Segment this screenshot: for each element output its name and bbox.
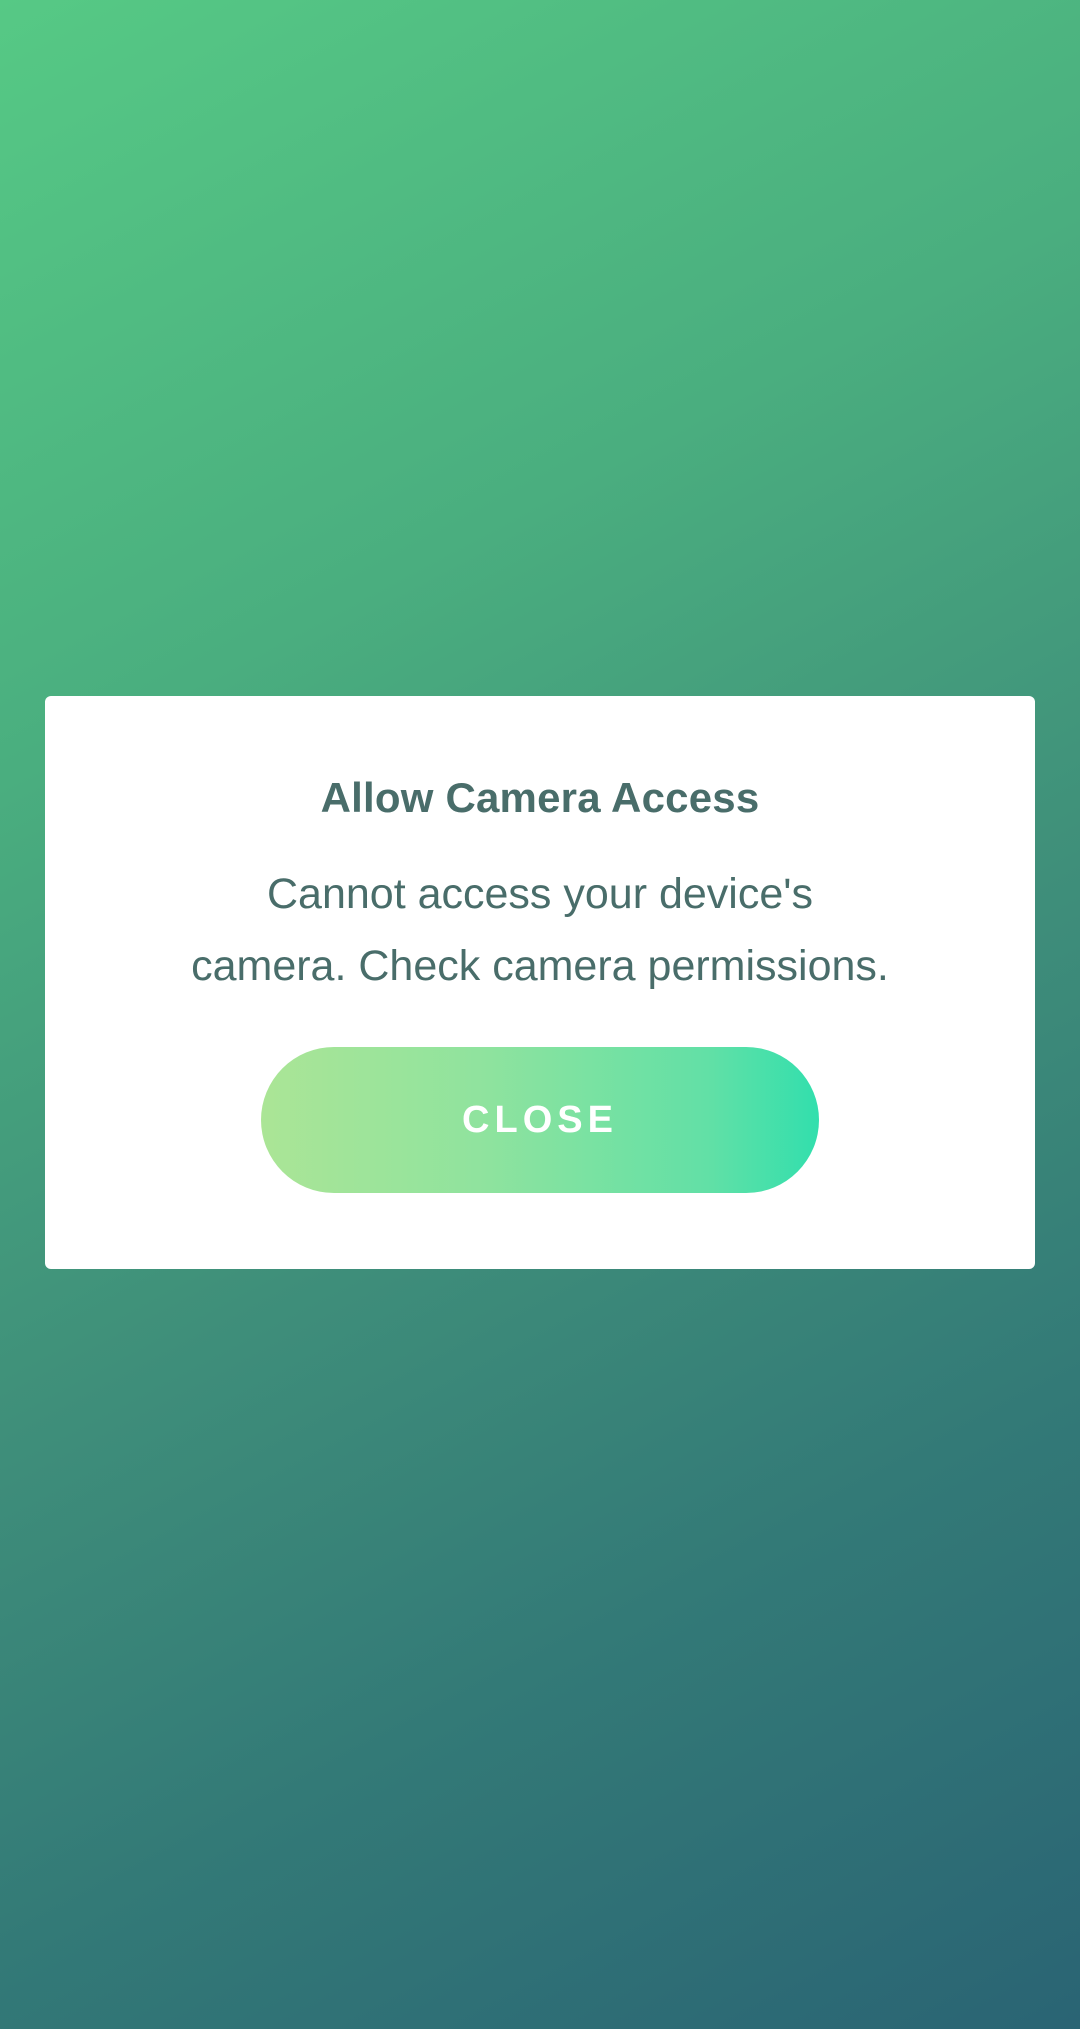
dialog-message-line-2: camera. Check camera permissions. [191, 942, 889, 990]
dialog-message-line-1: Cannot access your device's [267, 870, 813, 918]
dialog-title: Allow Camera Access [320, 774, 760, 821]
dialog-message: Cannot access your device's camera. Chec… [140, 858, 940, 1002]
close-button[interactable]: CLOSE [261, 1047, 819, 1193]
close-button-label: CLOSE [462, 1098, 618, 1141]
camera-access-dialog: Allow Camera Access Cannot access your d… [45, 696, 1035, 1269]
